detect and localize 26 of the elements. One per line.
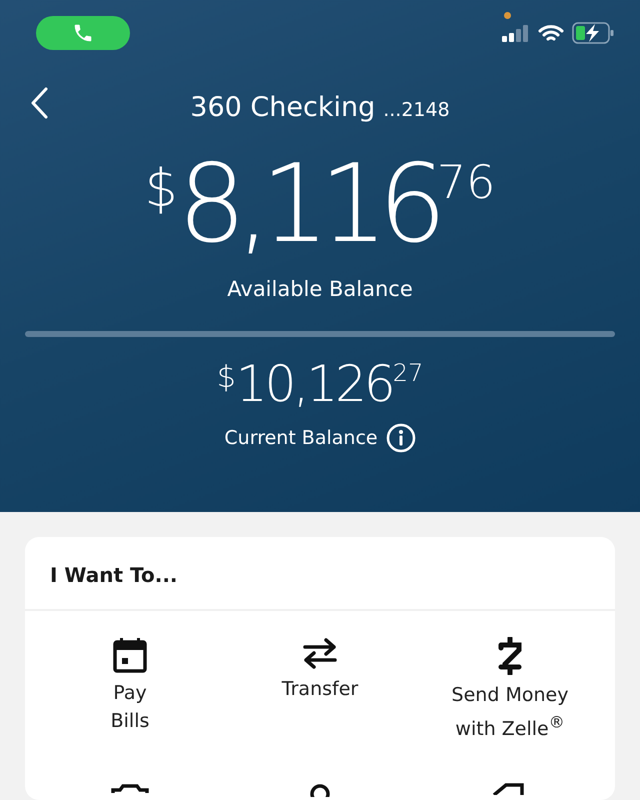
currency-symbol: $ [144, 163, 178, 215]
transfer-arrows-icon [302, 637, 338, 669]
balance-cents: 76 [436, 159, 496, 205]
account-number: ...2148 [383, 99, 450, 121]
account-title: 360 Checking [190, 92, 376, 123]
card-title: I Want To... [25, 537, 615, 611]
balance-label: Available Balance [227, 277, 413, 301]
calendar-icon [113, 637, 147, 673]
balance-label: Current Balance [224, 427, 378, 449]
call-indicator[interactable] [36, 16, 130, 50]
privacy-dot-icon [504, 12, 511, 19]
battery-charging-icon [572, 22, 614, 44]
available-balance-amount: 8,116 [178, 151, 437, 259]
info-icon[interactable] [386, 423, 416, 453]
camera-icon [111, 783, 149, 794]
back-icon[interactable] [30, 86, 50, 120]
action-button[interactable]: Send Money with Zelle$^{®}$ [415, 637, 605, 744]
currency-symbol: $ [216, 363, 236, 393]
phone-icon [72, 22, 94, 44]
action-button[interactable]: Transfer [225, 637, 415, 744]
balance-cents: 27 [392, 361, 424, 385]
action-button[interactable]: Pay Bills [35, 637, 225, 744]
wifi-icon [538, 24, 564, 42]
signal-icon [502, 24, 530, 42]
current-balance-amount: 10,126 [236, 359, 393, 409]
zelle-icon [498, 637, 522, 675]
